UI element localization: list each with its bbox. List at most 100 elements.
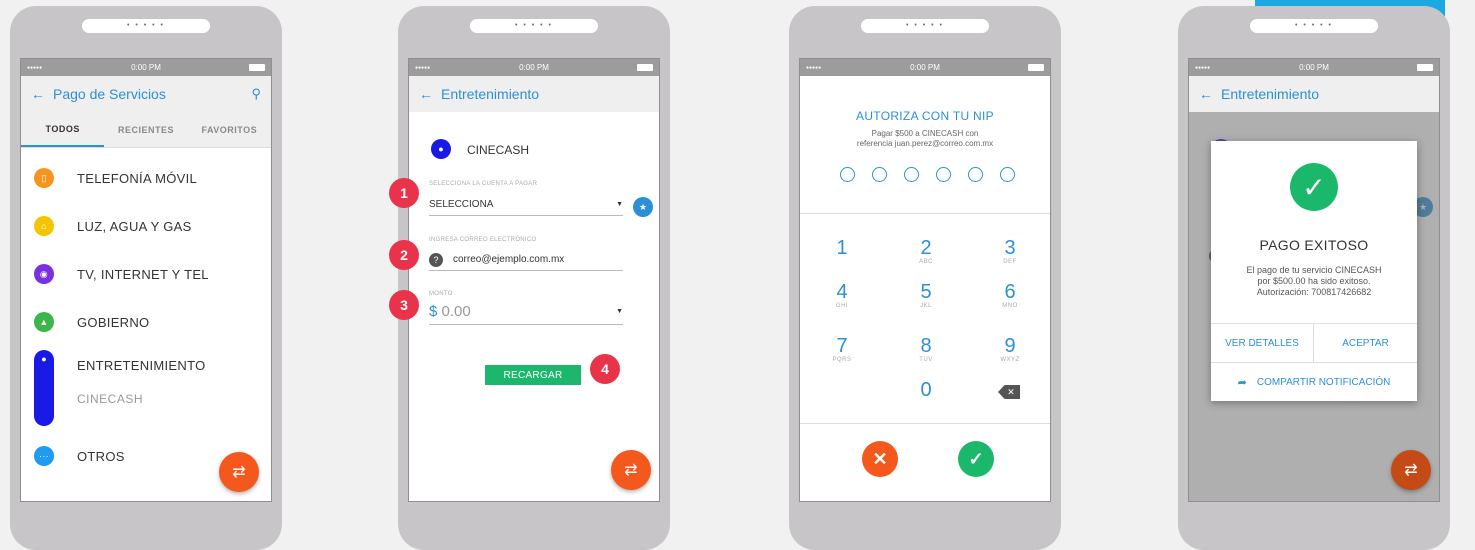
transfer-fab[interactable]: ⇄ xyxy=(219,452,259,492)
key-number: 0 xyxy=(920,379,932,401)
key-3[interactable]: 3 DEF xyxy=(990,237,1030,265)
step-badge-1: 1 xyxy=(389,178,419,208)
app-bar: ← Entretenimiento xyxy=(409,76,659,112)
screen-entretenimiento: ●●●●● 0:00 PM ← Entretenimiento ● CINECA… xyxy=(408,58,660,502)
account-select[interactable]: SELECCIONA ▼ xyxy=(429,194,623,216)
page-title: Entretenimiento xyxy=(441,86,540,102)
category-luz-agua-gas[interactable]: ⌂ LUZ, AGUA Y GAS xyxy=(21,202,271,250)
key-8[interactable]: 8 TUV xyxy=(906,335,946,363)
currency-symbol: $ xyxy=(429,303,438,320)
status-time: 0:00 PM xyxy=(910,63,940,72)
help-icon[interactable]: ? xyxy=(429,252,443,267)
key-5[interactable]: 5 JKL xyxy=(906,281,946,309)
page-title: Entretenimiento xyxy=(1221,86,1320,102)
category-label: TV, INTERNET Y TEL xyxy=(77,266,209,282)
step-badge-2: 2 xyxy=(389,240,419,270)
back-arrow-icon[interactable]: ← xyxy=(31,86,45,102)
dialog-title: PAGO EXITOSO xyxy=(1259,237,1369,253)
share-icon: ➦ xyxy=(1237,376,1247,389)
phone-frame-3: • • • • • ●●●●● 0:00 PM AUTORIZA CON TU … xyxy=(789,6,1061,550)
nip-dot xyxy=(872,167,887,182)
screen-pago-servicios: ●●●●● 0:00 PM ← Pago de Servicios ⚲ TODO… xyxy=(20,58,272,502)
key-7[interactable]: 7 PQRS xyxy=(822,335,862,363)
app-bar: ← Entretenimiento xyxy=(1189,76,1439,112)
email-field[interactable]: ? correo@ejemplo.com.mx xyxy=(429,249,623,271)
status-time: 0:00 PM xyxy=(519,63,549,72)
dialog-message: El pago de tu servicio CINECASH por $500… xyxy=(1211,265,1417,298)
transfer-fab[interactable]: ⇄ xyxy=(611,450,651,490)
government-icon: ▲ xyxy=(34,312,54,332)
key-letters: JKL xyxy=(920,303,932,309)
phone-frame-2: • • • • • ●●●●● 0:00 PM ← Entretenimient… xyxy=(389,6,670,550)
nip-dot xyxy=(1000,167,1015,182)
favorite-star-icon[interactable]: ★ xyxy=(633,197,653,217)
phone-frame-4: • • • • • ●●●●● 0:00 PM ← Entretenimient… xyxy=(1178,6,1450,550)
dropdown-arrow-icon: ▼ xyxy=(616,308,623,315)
tab-bar: TODOS RECIENTES FAVORITOS xyxy=(21,112,271,148)
nip-dot xyxy=(904,167,919,182)
key-number: 9 xyxy=(1004,335,1016,357)
email-label: INGRESA CORREO ELECTRÓNICO xyxy=(429,237,537,243)
tab-recientes[interactable]: RECIENTES xyxy=(104,112,187,147)
nip-indicator xyxy=(840,167,1015,182)
more-icon: ··· xyxy=(34,446,54,466)
key-1[interactable]: 1 xyxy=(822,237,862,259)
confirm-button[interactable]: ✓ xyxy=(958,441,994,477)
nip-desc-line2: referencia juan.perez@correo.com.mx xyxy=(856,139,994,148)
search-icon[interactable]: ⚲ xyxy=(251,86,261,102)
back-arrow-icon[interactable]: ← xyxy=(419,86,433,102)
status-bar: ●●●●● 0:00 PM xyxy=(409,59,659,76)
account-label: SELECCIONA LA CUENTA A PAGAR xyxy=(429,181,538,187)
app-bar: ← Pago de Servicios ⚲ xyxy=(21,76,271,112)
key-letters: ABC xyxy=(919,259,933,265)
status-bar: ●●●●● 0:00 PM xyxy=(21,59,271,76)
nip-title: AUTORIZA CON TU NIP xyxy=(856,109,994,123)
category-gobierno[interactable]: ▲ GOBIERNO xyxy=(21,298,271,346)
category-label: GOBIERNO xyxy=(77,314,150,330)
phone-speaker: • • • • • xyxy=(1250,19,1378,33)
phone-icon: ▯ xyxy=(34,168,54,188)
key-2[interactable]: 2 ABC xyxy=(906,237,946,265)
tab-favoritos[interactable]: FAVORITOS xyxy=(188,112,271,147)
category-label: LUZ, AGUA Y GAS xyxy=(77,218,192,234)
key-9[interactable]: 9 WXYZ xyxy=(990,335,1030,363)
key-number: 2 xyxy=(920,237,932,259)
category-entretenimiento[interactable]: ● ENTRETENIMIENTO CINECASH xyxy=(21,346,271,426)
amount-field[interactable]: $ 0.00 ▼ xyxy=(429,299,623,325)
key-4[interactable]: 4 GHI xyxy=(822,281,862,309)
service-name: CINECASH xyxy=(467,143,530,157)
recargar-button[interactable]: RECARGAR xyxy=(485,365,581,385)
subcategory-cinecash[interactable]: CINECASH xyxy=(77,392,143,406)
nip-description: Pagar $500 a CINECASH con referencia jua… xyxy=(800,129,1050,149)
phone-speaker: • • • • • xyxy=(861,19,989,33)
category-telefonia[interactable]: ▯ TELEFONÍA MÓVIL xyxy=(21,154,271,202)
step-badge-3: 3 xyxy=(389,290,419,320)
nip-desc-line1: Pagar $500 a CINECASH con xyxy=(871,129,979,138)
category-label: OTROS xyxy=(77,448,125,464)
key-letters: WXYZ xyxy=(1000,357,1020,363)
home-icon: ⌂ xyxy=(34,216,54,236)
compartir-button[interactable]: ➦ COMPARTIR NOTIFICACIÓN xyxy=(1211,363,1417,401)
screen-pago-exitoso: ●●●●● 0:00 PM ← Entretenimiento ★ ⇄ ✓ PA… xyxy=(1188,58,1440,502)
key-number: 5 xyxy=(920,281,932,303)
category-label: ENTRETENIMIENTO xyxy=(77,358,206,373)
nip-dot xyxy=(840,167,855,182)
key-0[interactable]: 0 xyxy=(906,379,946,401)
cancel-button[interactable]: ✕ xyxy=(862,441,898,477)
key-6[interactable]: 6 MNO xyxy=(990,281,1030,309)
backspace-icon[interactable]: ✕ xyxy=(998,385,1020,399)
ver-detalles-button[interactable]: VER DETALLES xyxy=(1211,324,1314,362)
category-tv-internet[interactable]: ◉ TV, INTERNET Y TEL xyxy=(21,250,271,298)
tab-todos[interactable]: TODOS xyxy=(21,112,105,147)
entertainment-icon: ● xyxy=(34,350,54,426)
dialog-message-line2: por $500.00 ha sido exitoso. xyxy=(1257,276,1371,286)
cinecash-logo-icon: ● xyxy=(431,139,451,159)
screen-nip: ●●●●● 0:00 PM AUTORIZA CON TU NIP Pagar … xyxy=(799,58,1051,502)
aceptar-button[interactable]: ACEPTAR xyxy=(1314,324,1417,362)
back-arrow-icon[interactable]: ← xyxy=(1199,86,1213,102)
divider xyxy=(800,423,1050,424)
key-number: 7 xyxy=(836,335,848,357)
status-time: 0:00 PM xyxy=(131,63,161,72)
category-label: TELEFONÍA MÓVIL xyxy=(77,170,198,186)
email-value: correo@ejemplo.com.mx xyxy=(453,254,565,265)
